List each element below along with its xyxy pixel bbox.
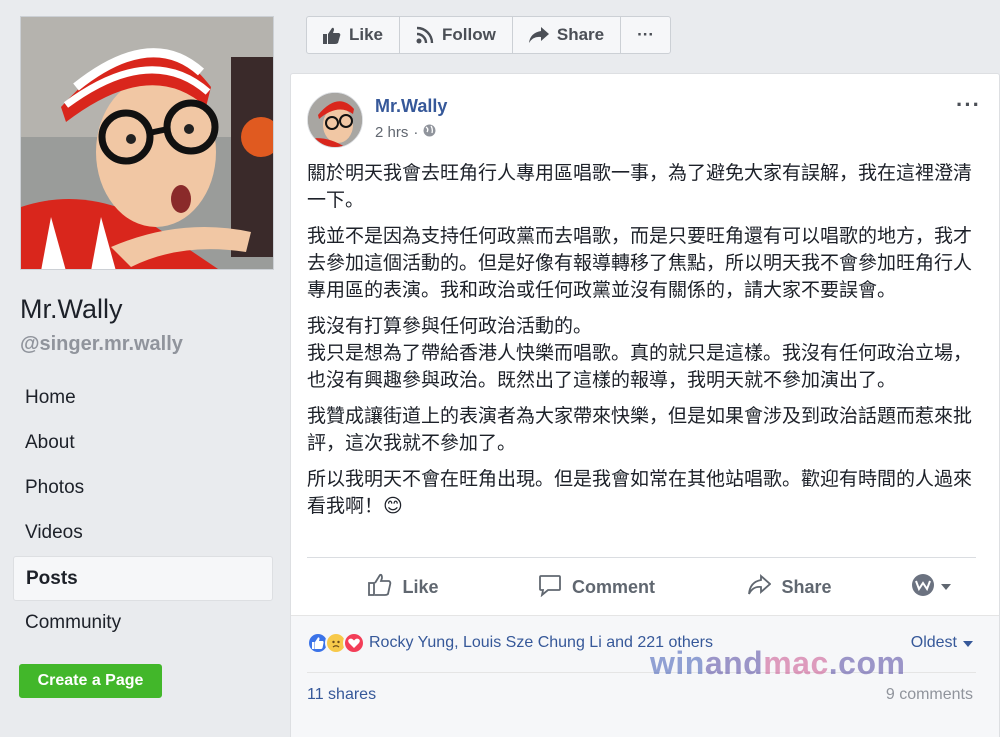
post-actions: Like Comment Share [307, 562, 976, 612]
post-options-icon[interactable]: ··· [956, 92, 981, 118]
page-avatar-icon [911, 573, 935, 602]
post-divider [307, 557, 976, 558]
comment-sort-dropdown[interactable]: Oldest [911, 634, 973, 652]
share-outline-icon [747, 573, 772, 601]
post-body: 關於明天我會去旺角行人專用區唱歌一事，為了避免大家有誤解，我在這裡澄清一下。 我… [307, 160, 982, 529]
post-comment-label: Comment [571, 576, 655, 597]
page-handle: @singer.mr.wally [20, 333, 183, 355]
page-name[interactable]: Mr.Wally [20, 294, 123, 325]
post-share-button[interactable]: Share [693, 573, 886, 601]
left-column: Mr.Wally @singer.mr.wally Home About Pho… [0, 0, 290, 737]
share-arrow-icon [528, 27, 549, 43]
post-paragraph: 我贊成讓街道上的表演者為大家帶來快樂，但是如果會涉及到政治話題而惹來批評，這次我… [307, 406, 973, 454]
nav-item-posts[interactable]: Posts [13, 556, 273, 601]
page-like-label: Like [349, 25, 384, 44]
comments-count[interactable]: 9 comments [886, 686, 973, 704]
post-share-label: Share [781, 576, 832, 597]
post-comment-button[interactable]: Comment [500, 573, 693, 602]
more-dots-icon: ··· [637, 25, 655, 44]
reaction-icons [307, 632, 365, 654]
globe-icon [423, 124, 436, 141]
thumbs-up-icon [323, 27, 341, 44]
create-page-button[interactable]: Create a Page [19, 664, 162, 698]
watermark-logo: winandmac.com [650, 645, 905, 682]
meta-separator: · [413, 124, 419, 141]
comment-sort-label: Oldest [910, 634, 957, 651]
page-more-button[interactable]: ··· [621, 17, 670, 53]
nav-item-photos[interactable]: Photos [13, 466, 273, 511]
nav-item-about[interactable]: About [13, 421, 273, 466]
page-like-button[interactable]: Like [307, 17, 401, 53]
watermark-part: and [704, 645, 764, 681]
profile-picture[interactable] [20, 16, 274, 270]
post-paragraph: 我沒有打算參與任何政治活動的。 我只是想為了帶給香港人快樂而唱歌。真的就只是這樣… [307, 316, 973, 391]
post-paragraph: 所以我明天不會在旺角出現。但是我會如常在其他站唱歌。歡迎有時間的人過來看我啊！😊 [307, 469, 973, 517]
chevron-down-icon [941, 578, 951, 596]
page-share-label: Share [556, 25, 605, 44]
page-action-bar: Like Follow Share ··· [306, 16, 672, 54]
page-follow-button[interactable]: Follow [400, 17, 513, 53]
post-meta: 2 hrs · [375, 124, 436, 141]
page-nav: Home About Photos Videos Posts Community [13, 376, 273, 646]
page-follow-label: Follow [442, 25, 496, 44]
rss-icon [416, 26, 434, 44]
post-card: Mr.Wally 2 hrs · ··· 關於明天我會去旺角行人專用區唱歌一事，… [290, 73, 1000, 737]
post-paragraph: 我並不是因為支持任何政黨而去唱歌，而是只要旺角還有可以唱歌的地方，我才去參加這個… [307, 226, 973, 301]
post-time[interactable]: 2 hrs [375, 124, 408, 141]
caret-down-icon [963, 634, 973, 652]
thumbs-up-outline-icon [368, 573, 392, 602]
love-reaction-icon [343, 632, 365, 654]
page-share-button[interactable]: Share [513, 17, 622, 53]
nav-item-videos[interactable]: Videos [13, 511, 273, 556]
watermark-part: .com [828, 645, 906, 681]
author-avatar[interactable] [307, 92, 363, 148]
watermark-part: mac [763, 645, 829, 681]
post-paragraph: 關於明天我會去旺角行人專用區唱歌一事，為了避免大家有誤解，我在這裡澄清一下。 [307, 163, 973, 211]
watermark-part: win [650, 645, 705, 681]
post-author[interactable]: Mr.Wally [375, 96, 447, 117]
right-column: Like Follow Share ··· Mr.Wally 2 hrs · ·… [290, 0, 1000, 737]
audience-selector[interactable] [886, 573, 976, 602]
shares-count[interactable]: 11 shares [307, 686, 376, 704]
comment-bubble-icon [538, 573, 562, 602]
post-like-button[interactable]: Like [307, 573, 500, 602]
post-like-label: Like [402, 576, 439, 597]
nav-item-community[interactable]: Community [13, 601, 273, 646]
nav-item-home[interactable]: Home [13, 376, 273, 421]
